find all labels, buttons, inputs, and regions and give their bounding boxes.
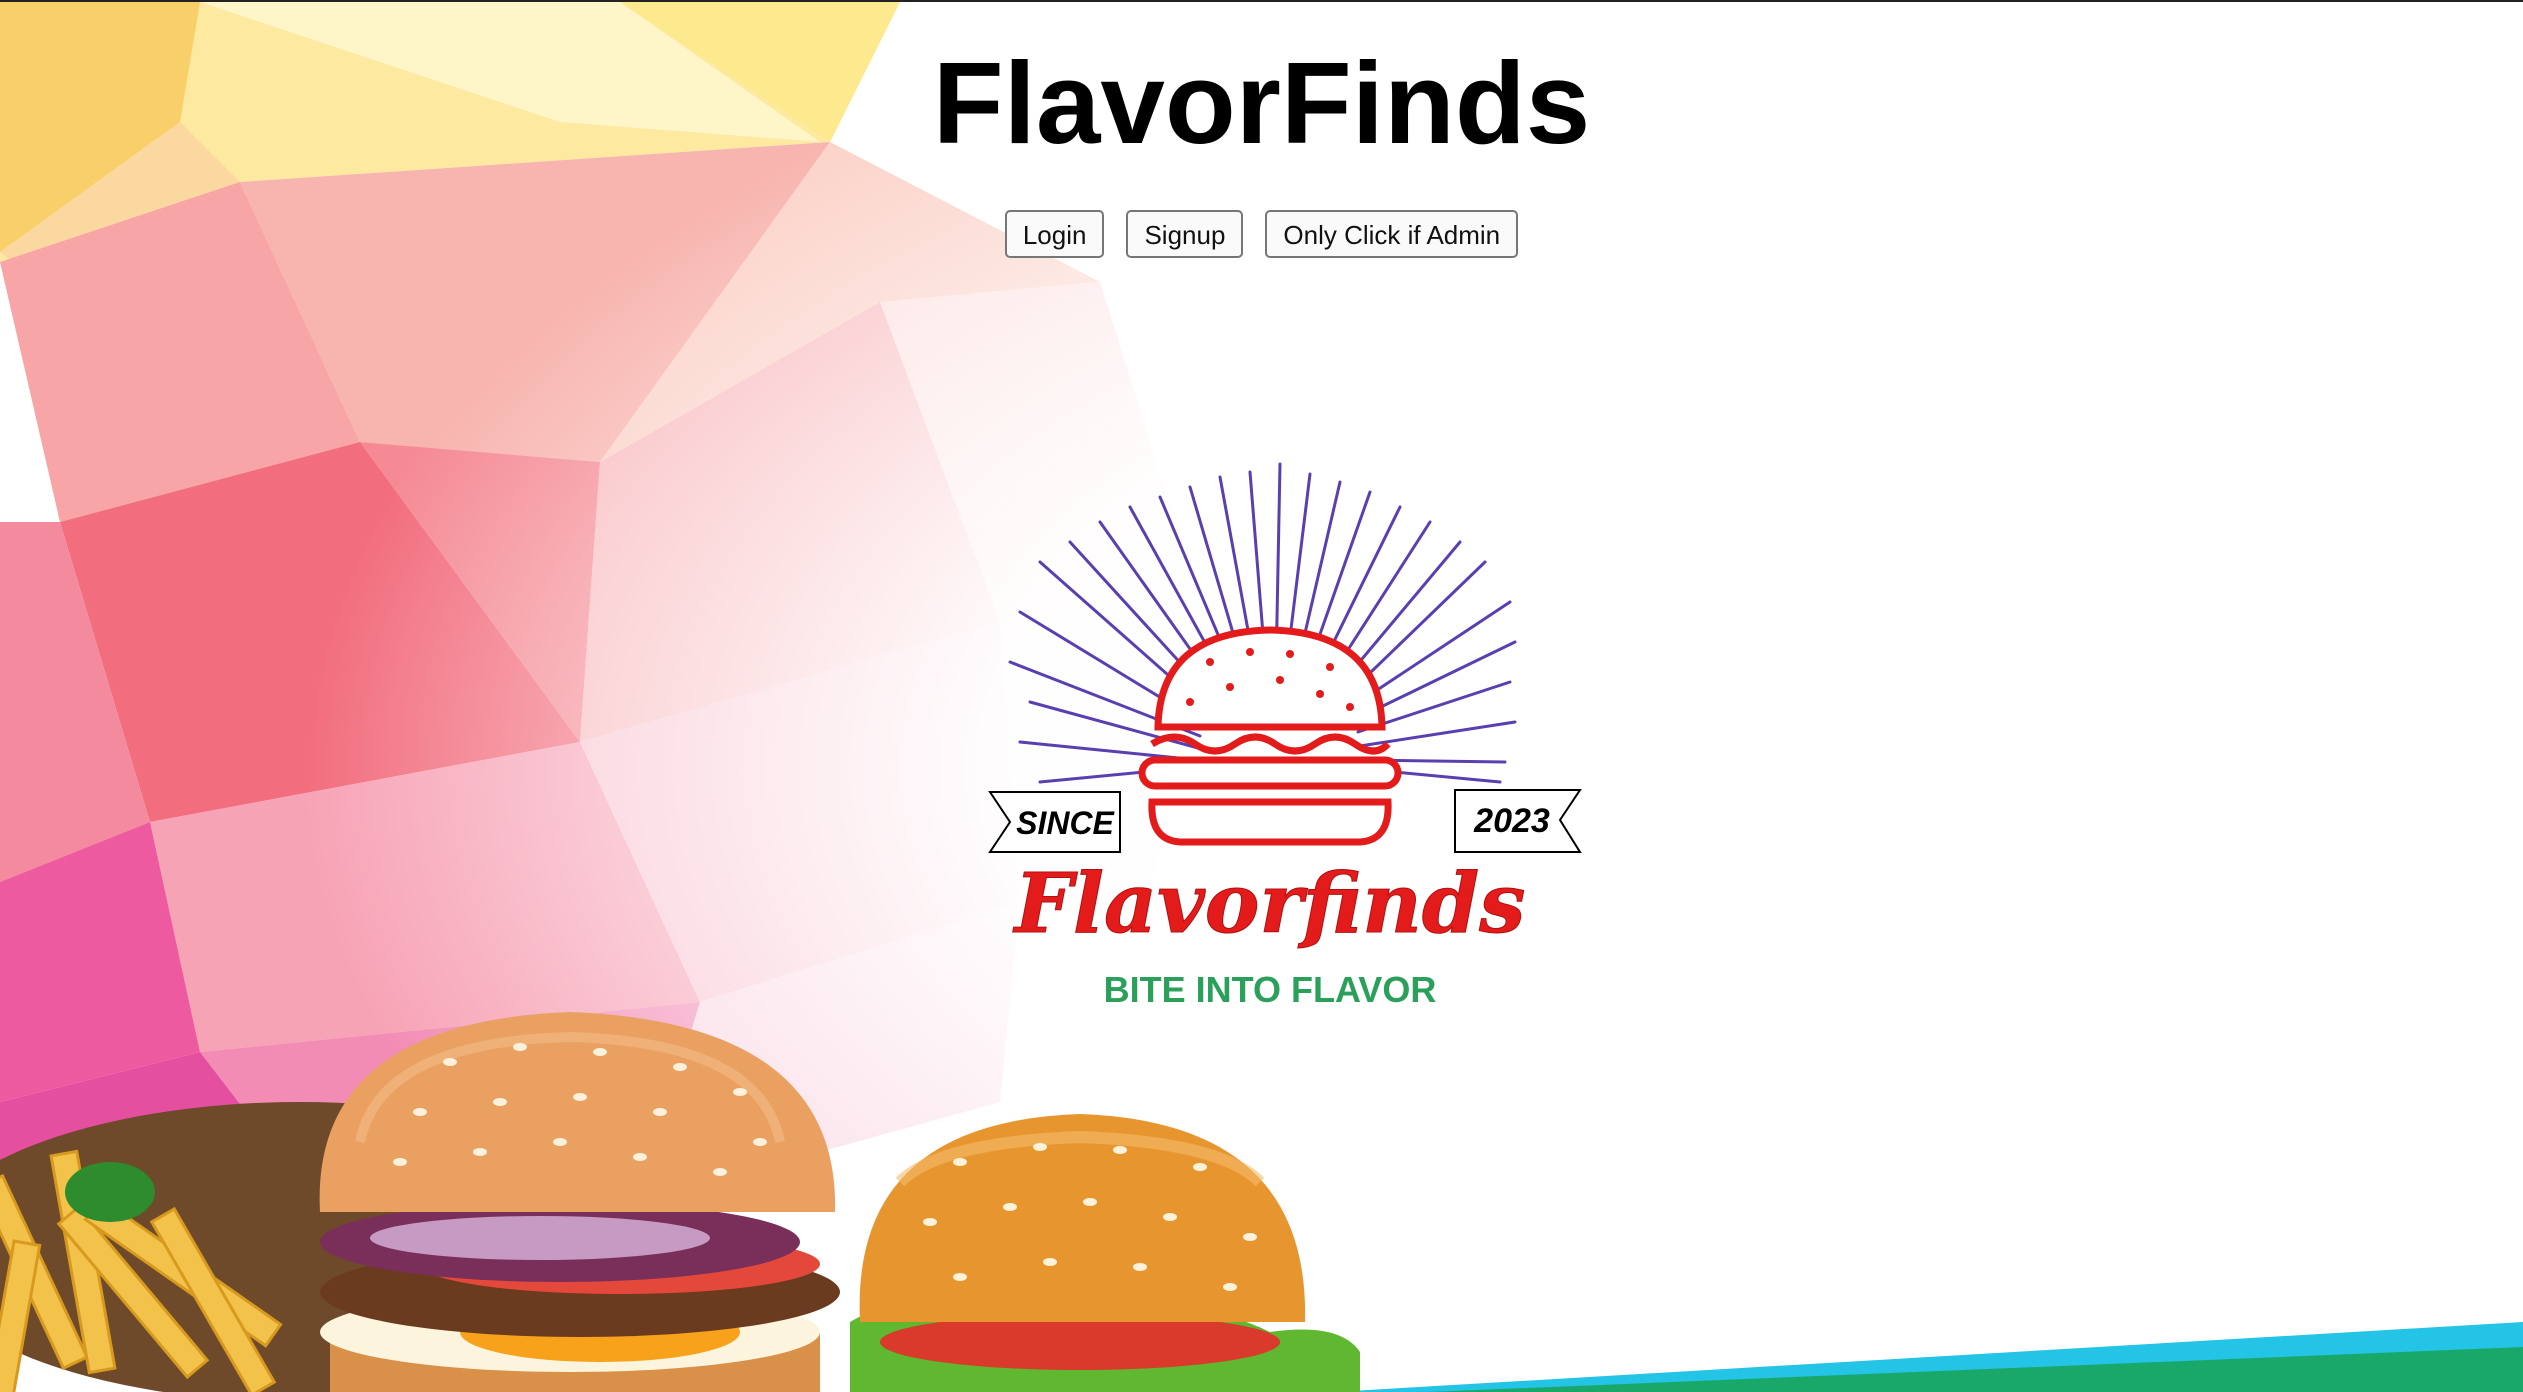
page: FlavorFinds Login Signup Only Click if A… <box>0 0 2523 1392</box>
year-label: 2023 <box>1473 802 1550 840</box>
tagline: BITE INTO FLAVOR <box>1104 969 1437 1010</box>
since-label: SINCE <box>1016 805 1115 841</box>
brand-logo: SINCE 2023 Flavorfinds BITE INTO FLAVOR <box>988 462 1582 1010</box>
sunburst-rays <box>1008 462 1517 784</box>
burger-right <box>850 1114 1360 1392</box>
year-ribbon: 2023 <box>1454 789 1582 853</box>
admin-button[interactable]: Only Click if Admin <box>1265 210 1519 258</box>
since-ribbon: SINCE <box>988 791 1121 853</box>
login-button[interactable]: Login <box>1004 210 1105 258</box>
page-title: FlavorFinds <box>932 38 1591 168</box>
burger-icon <box>1138 626 1402 846</box>
brand-name: Flavorfinds <box>1013 856 1526 952</box>
auth-nav: Login Signup Only Click if Admin <box>0 210 2523 258</box>
signup-button[interactable]: Signup <box>1126 210 1244 258</box>
burger-left <box>319 1012 840 1392</box>
